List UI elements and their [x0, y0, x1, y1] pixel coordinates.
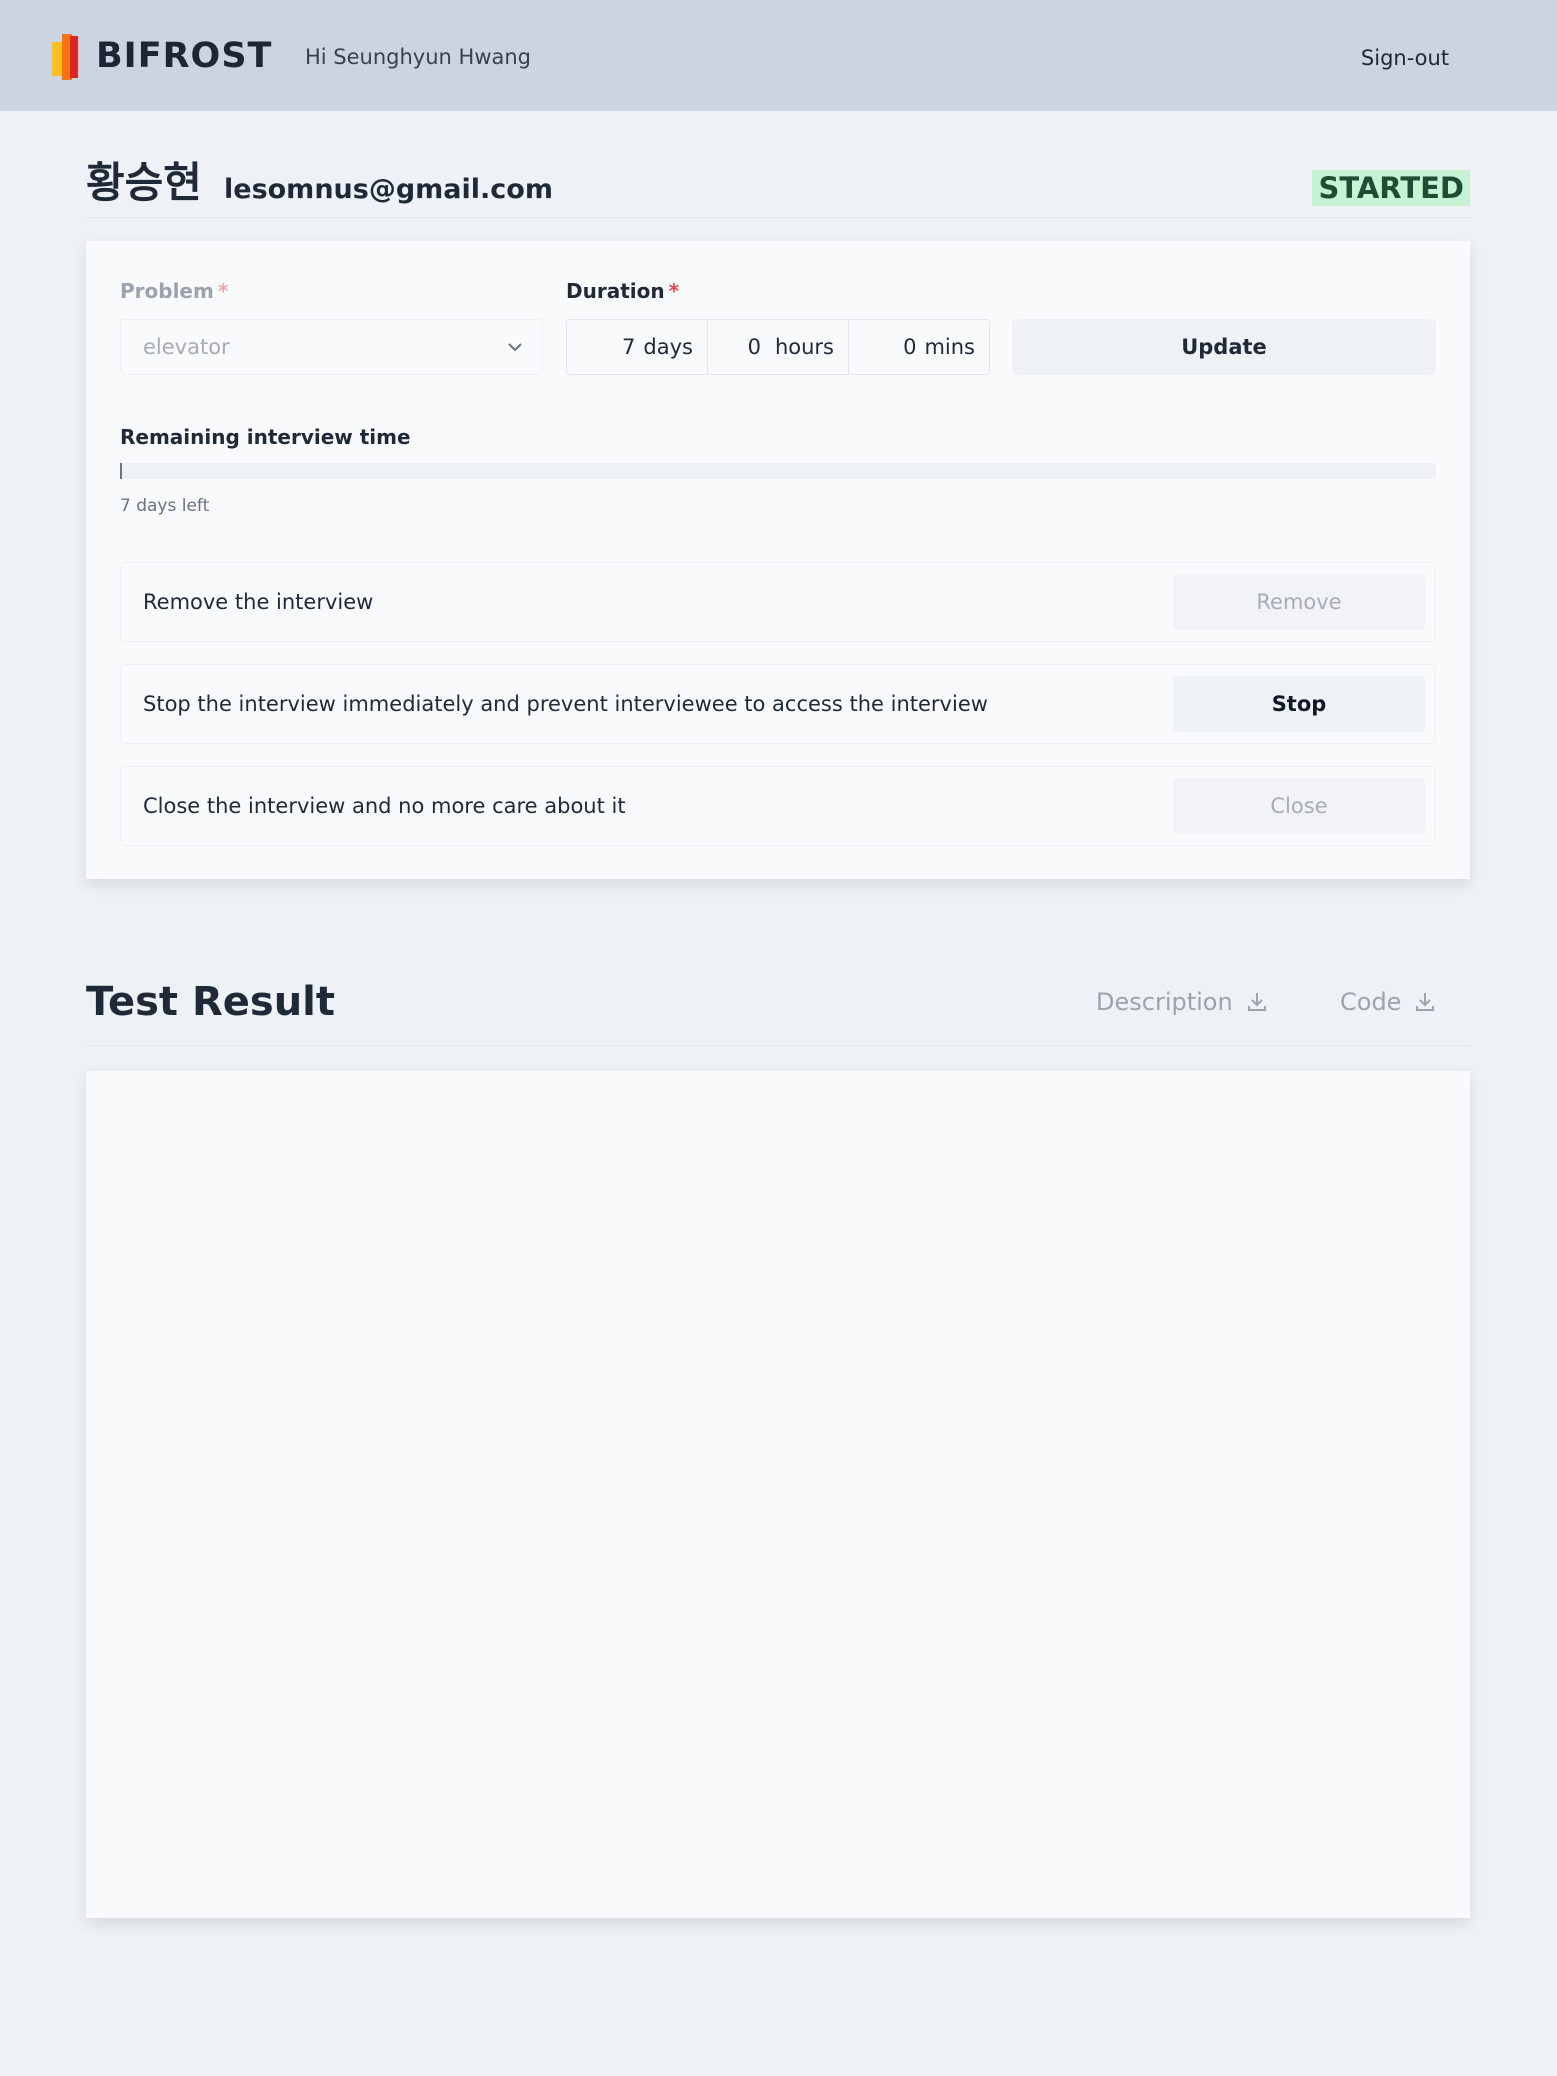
candidate-email: lesomnus@gmail.com: [224, 174, 553, 205]
brand-name: BIFROST: [96, 36, 273, 76]
mins-value: 0: [903, 335, 917, 359]
close-row: Close the interview and no more care abo…: [120, 766, 1436, 846]
description-download-button[interactable]: Description: [1096, 984, 1269, 1020]
required-mark: *: [668, 279, 680, 303]
test-result-header: Test Result Description Code: [86, 968, 1470, 1046]
mins-unit: mins: [924, 335, 975, 359]
status-badge: STARTED: [1312, 170, 1470, 206]
code-download-label: Code: [1340, 988, 1402, 1016]
candidate-name: 황승현: [86, 158, 202, 207]
remove-description: Remove the interview: [143, 590, 374, 614]
code-download-button[interactable]: Code: [1340, 984, 1437, 1020]
mins-field[interactable]: 0 mins: [849, 320, 989, 374]
duration-label-text: Duration: [566, 279, 665, 303]
required-mark: *: [217, 279, 229, 303]
remaining-time-text: 7 days left: [120, 496, 210, 516]
problem-select[interactable]: elevator: [120, 319, 543, 375]
close-description: Close the interview and no more care abo…: [143, 794, 626, 818]
hours-field[interactable]: 0 hours: [708, 320, 849, 374]
candidate-header: 황승현 lesomnus@gmail.com STARTED: [86, 152, 1470, 218]
remove-button[interactable]: Remove: [1173, 574, 1425, 630]
description-download-label: Description: [1096, 988, 1233, 1016]
stop-description: Stop the interview immediately and preve…: [143, 692, 988, 716]
progress-fill: [120, 463, 122, 479]
test-result-title: Test Result: [86, 979, 336, 1025]
days-value: 7: [622, 335, 636, 359]
remaining-time-progress: [120, 463, 1436, 479]
stop-row: Stop the interview immediately and preve…: [120, 664, 1436, 744]
top-bar: BIFROST Hi Seunghyun Hwang Sign-out: [0, 0, 1557, 111]
days-field[interactable]: 7 days: [567, 320, 708, 374]
sign-out-button[interactable]: Sign-out: [1330, 40, 1480, 76]
test-result-panel: [86, 1071, 1470, 1918]
remaining-time-label: Remaining interview time: [120, 425, 411, 449]
download-icon: [1247, 993, 1266, 1011]
user-greeting: Hi Seunghyun Hwang: [305, 45, 532, 69]
close-button[interactable]: Close: [1173, 778, 1425, 834]
hours-unit: hours: [774, 335, 834, 359]
problem-label-text: Problem: [120, 279, 214, 303]
hours-value: 0: [747, 335, 761, 359]
days-unit: days: [643, 335, 693, 359]
interview-settings-card: Problem * elevator Duration * 7 days 0 hours…: [86, 241, 1470, 879]
update-button[interactable]: Update: [1012, 319, 1436, 375]
duration-label: Duration *: [566, 277, 679, 305]
download-icon: [1416, 993, 1435, 1011]
chevron-down-icon: [508, 343, 522, 352]
bifrost-logo-icon: [52, 34, 78, 80]
duration-input-group: 7 days 0 hours 0 mins: [566, 319, 990, 375]
problem-select-value: elevator: [143, 335, 230, 359]
remove-row: Remove the interview Remove: [120, 562, 1436, 642]
problem-label: Problem *: [120, 277, 228, 305]
stop-button[interactable]: Stop: [1173, 676, 1425, 732]
